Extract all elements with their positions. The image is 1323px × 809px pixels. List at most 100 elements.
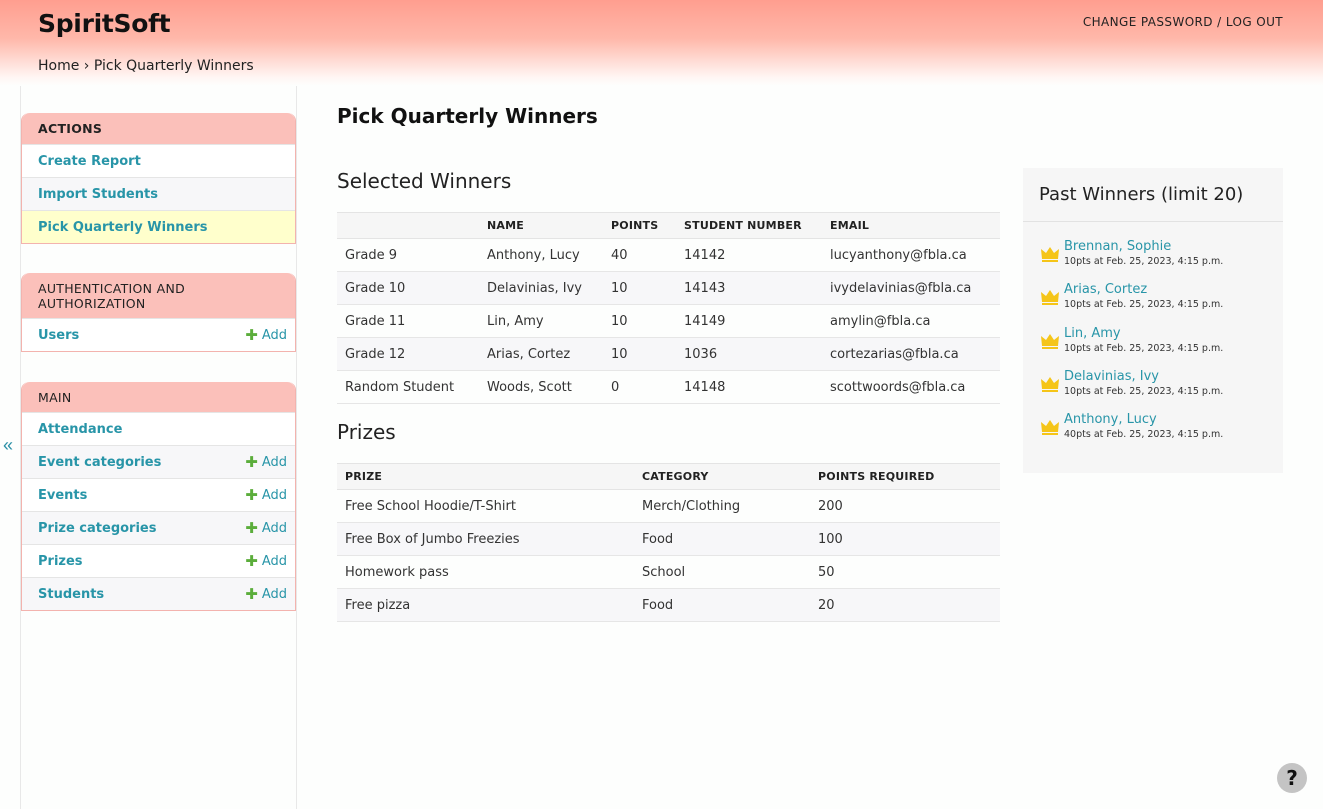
crown-icon (1041, 376, 1059, 392)
list-item: Lin, Amy 10pts at Feb. 25, 2023, 4:15 p.m… (1023, 325, 1283, 368)
cell-name: Delavinias, Ivy (479, 271, 603, 305)
action-import-students[interactable]: Import Students (22, 177, 295, 210)
sidebar-item-label: Prize categories (38, 520, 157, 536)
auth-module-title: AUTHENTICATION AND AUTHORIZATION (22, 273, 295, 318)
cell-name: Woods, Scott (479, 370, 603, 404)
add-users-button[interactable]: ✚ Add (245, 326, 287, 344)
list-item: Arias, Cortez 10pts at Feb. 25, 2023, 4:1… (1023, 281, 1283, 324)
cell-email: cortezarias@fbla.ca (822, 337, 1000, 371)
sidebar-item-label: Events (38, 487, 88, 503)
table-header-row: PRIZE CATEGORY POINTS REQUIRED (337, 463, 1000, 490)
past-winner-meta: 10pts at Feb. 25, 2023, 4:15 p.m. (1064, 342, 1224, 354)
sidebar-item-events[interactable]: Events ✚ Add (22, 478, 295, 511)
sidebar-item-students[interactable]: Students ✚ Add (22, 577, 295, 610)
user-tools-separator: / (1212, 15, 1226, 29)
cell-student-number: 1036 (676, 337, 822, 371)
sidebar-item-attendance[interactable]: Attendance (22, 412, 295, 445)
plus-icon: ✚ (245, 453, 258, 471)
table-row: Grade 12 Arias, Cortez 10 1036 cortezari… (337, 337, 1000, 371)
cell-name: Lin, Amy (479, 304, 603, 338)
brand-title[interactable]: SpiritSoft (38, 9, 171, 38)
list-item: Delavinias, Ivy 10pts at Feb. 25, 2023, 4… (1023, 368, 1283, 411)
table-row: Grade 10 Delavinias, Ivy 10 14143 ivydel… (337, 271, 1000, 305)
log-out-link[interactable]: LOG OUT (1226, 15, 1283, 29)
cell-category: Merch/Clothing (634, 489, 810, 523)
sidebar-item-event-categories[interactable]: Event categories ✚ Add (22, 445, 295, 478)
column-header[interactable]: POINTS (603, 212, 676, 239)
past-winner-name-link[interactable]: Lin, Amy (1064, 325, 1223, 342)
cell-student-number: 14149 (676, 304, 822, 338)
cell-prize: Free Box of Jumbo Freezies (337, 522, 634, 556)
column-header[interactable]: STUDENT NUMBER (676, 212, 822, 239)
help-button[interactable]: ? (1277, 763, 1307, 793)
cell-points-required: 20 (810, 588, 1000, 622)
plus-icon: ✚ (245, 519, 258, 537)
user-tools: CHANGE PASSWORD / LOG OUT (1083, 15, 1283, 29)
cell-prize: Homework pass (337, 555, 634, 589)
column-header[interactable]: CATEGORY (634, 463, 810, 490)
table-header-row: NAME POINTS STUDENT NUMBER EMAIL (337, 212, 1000, 239)
column-header[interactable]: EMAIL (822, 212, 1000, 239)
header: SpiritSoft CHANGE PASSWORD / LOG OUT Hom… (0, 0, 1323, 86)
action-pick-quarterly-winners[interactable]: Pick Quarterly Winners (22, 210, 295, 243)
cell-points-required: 200 (810, 489, 1000, 523)
past-winner-meta: 10pts at Feb. 25, 2023, 4:15 p.m. (1064, 385, 1224, 397)
main-module-title: MAIN (22, 382, 295, 412)
past-winners-panel: Past Winners (limit 20) Brennan, Sophie 1… (1023, 168, 1283, 473)
sidebar-item-label: Students (38, 586, 105, 602)
cell-points: 10 (603, 337, 676, 371)
add-students-button[interactable]: ✚ Add (245, 585, 287, 603)
column-header[interactable]: NAME (479, 212, 603, 239)
cell-name: Arias, Cortez (479, 337, 603, 371)
sidebar-item-label: Event categories (38, 454, 162, 470)
add-prizes-button[interactable]: ✚ Add (245, 552, 287, 570)
collapse-sidebar-icon[interactable]: « (3, 435, 13, 456)
crown-icon (1041, 420, 1059, 436)
sidebar-item-label: Attendance (38, 421, 123, 437)
add-prize-categories-button[interactable]: ✚ Add (245, 519, 287, 537)
cell-name: Anthony, Lucy (479, 238, 603, 272)
column-header[interactable]: POINTS REQUIRED (810, 463, 1000, 490)
past-winner-name-link[interactable]: Arias, Cortez (1064, 281, 1223, 298)
change-password-link[interactable]: CHANGE PASSWORD (1083, 15, 1213, 29)
list-item: Brennan, Sophie 10pts at Feb. 25, 2023, 4… (1023, 238, 1283, 281)
sidebar-item-users[interactable]: Users ✚ Add (22, 318, 295, 351)
action-create-report[interactable]: Create Report (22, 144, 295, 177)
past-winner-name-link[interactable]: Anthony, Lucy (1064, 411, 1223, 428)
cell-category: Food (634, 522, 810, 556)
cell-grade: Random Student (337, 370, 479, 404)
actions-module: ACTIONS Create Report Import Students Pi… (21, 113, 296, 244)
plus-icon: ✚ (245, 326, 258, 344)
list-item: Anthony, Lucy 40pts at Feb. 25, 2023, 4:1… (1023, 411, 1283, 454)
crown-icon (1041, 333, 1059, 349)
add-events-button[interactable]: ✚ Add (245, 486, 287, 504)
past-winner-name-link[interactable]: Brennan, Sophie (1064, 238, 1223, 255)
table-row: Free School Hoodie/T-Shirt Merch/Clothin… (337, 489, 1000, 523)
add-event-categories-button[interactable]: ✚ Add (245, 453, 287, 471)
action-label: Import Students (38, 186, 158, 202)
cell-email: lucyanthony@fbla.ca (822, 238, 1000, 272)
table-row: Free Box of Jumbo Freezies Food 100 (337, 522, 1000, 556)
cell-student-number: 14148 (676, 370, 822, 404)
auth-module: AUTHENTICATION AND AUTHORIZATION Users ✚… (21, 273, 296, 352)
past-winner-name-link[interactable]: Delavinias, Ivy (1064, 368, 1223, 385)
sidebar-item-prize-categories[interactable]: Prize categories ✚ Add (22, 511, 295, 544)
plus-icon: ✚ (245, 552, 258, 570)
past-winners-title: Past Winners (limit 20) (1023, 168, 1283, 222)
sidebar-item-prizes[interactable]: Prizes ✚ Add (22, 544, 295, 577)
breadcrumb-home[interactable]: Home (38, 58, 79, 74)
cell-grade: Grade 10 (337, 271, 479, 305)
add-label: Add (261, 327, 287, 343)
actions-module-title: ACTIONS (22, 113, 295, 144)
table-row: Grade 9 Anthony, Lucy 40 14142 lucyantho… (337, 238, 1000, 272)
add-label: Add (261, 520, 287, 536)
sidebar-item-label: Prizes (38, 553, 83, 569)
prizes-title: Prizes (337, 420, 396, 444)
table-row: Homework pass School 50 (337, 555, 1000, 589)
column-header[interactable]: PRIZE (337, 463, 634, 490)
cell-prize: Free pizza (337, 588, 634, 622)
cell-category: School (634, 555, 810, 589)
cell-points-required: 100 (810, 522, 1000, 556)
cell-student-number: 14143 (676, 271, 822, 305)
plus-icon: ✚ (245, 585, 258, 603)
